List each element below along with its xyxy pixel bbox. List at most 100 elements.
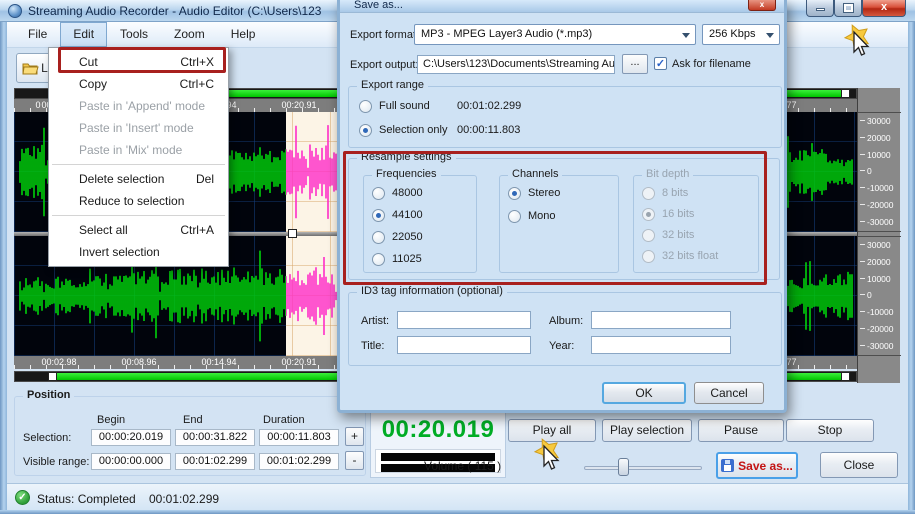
timeline-label: 00:20.91: [275, 100, 323, 110]
amplitude-scale-label: 10000: [867, 274, 891, 284]
menu-item-edit[interactable]: Edit: [60, 22, 107, 47]
artist-label: Artist:: [361, 315, 389, 327]
year-label: Year:: [549, 340, 574, 352]
selection-only-radio[interactable]: [359, 124, 372, 137]
amplitude-scale-label: 20000: [867, 133, 891, 143]
amplitude-scale-label: 10000: [867, 150, 891, 160]
stereo-radio[interactable]: [508, 187, 521, 200]
frequency-44100-radio[interactable]: [372, 209, 385, 222]
visible-range-row-label: Visible range:: [23, 456, 89, 468]
menu-item-tools[interactable]: Tools: [107, 22, 161, 47]
frequency-48000-radio[interactable]: [372, 187, 385, 200]
maximize-icon: [844, 4, 853, 12]
export-output-field[interactable]: C:\Users\123\Documents\Streaming Audio: [417, 55, 615, 74]
amplitude-scale-right-channel: 3000020000100000-10000-20000-30000: [858, 236, 901, 356]
album-field[interactable]: [591, 311, 731, 329]
zoom-bar-bottom-left-handle[interactable]: [48, 372, 57, 381]
artist-field[interactable]: [397, 311, 531, 329]
selection-duration-field[interactable]: 00:00:11.803: [259, 429, 339, 446]
edit-menu-item-cut[interactable]: CutCtrl+X: [49, 51, 228, 73]
full-sound-duration: 00:01:02.299: [457, 100, 521, 112]
selection-begin-field[interactable]: 00:00:20.019: [91, 429, 171, 446]
position-panel: Position Begin End Duration Selection: 0…: [14, 396, 366, 476]
cancel-button[interactable]: Cancel: [694, 382, 764, 404]
maximize-button[interactable]: [834, 0, 862, 17]
export-format-select[interactable]: MP3 - MPEG Layer3 Audio (*.mp3): [414, 24, 696, 45]
minimize-icon: [816, 8, 825, 11]
visible-range-end-field[interactable]: 00:01:02.299: [175, 453, 255, 470]
zoom-bar-top-right-handle[interactable]: [841, 89, 850, 98]
dialog-title-bar: Save as... x: [340, 0, 784, 13]
year-field[interactable]: [591, 336, 731, 354]
full-sound-label: Full sound: [379, 100, 430, 112]
bits-32-float-radio: [642, 250, 655, 263]
export-format-label: Export format:: [350, 29, 419, 41]
visible-range-begin-field[interactable]: 00:00:00.000: [91, 453, 171, 470]
export-output-label: Export output:: [350, 59, 419, 71]
close-editor-button[interactable]: Close: [820, 452, 898, 478]
channel-divider-handle[interactable]: [288, 229, 297, 238]
timeline-label: 00:02.98: [35, 357, 83, 367]
edit-menu-item-reduce-to-selection[interactable]: Reduce to selection: [49, 190, 228, 212]
zoom-out-button[interactable]: -: [345, 451, 364, 470]
frequency-11025-radio[interactable]: [372, 253, 385, 266]
visible-range-duration-field[interactable]: 00:01:02.299: [259, 453, 339, 470]
amplitude-scale-label: 0: [867, 290, 872, 300]
amplitude-scale-label: -10000: [867, 307, 893, 317]
menu-item-zoom[interactable]: Zoom: [161, 22, 218, 47]
bitrate-select[interactable]: 256 Kbps: [702, 24, 780, 45]
shortcut: Ctrl+X: [180, 51, 214, 73]
frequencies-group: Frequencies 48000 44100 22050 11025: [363, 175, 477, 273]
ok-button[interactable]: OK: [602, 382, 686, 404]
minimize-button[interactable]: [806, 0, 834, 17]
menu-item-help[interactable]: Help: [218, 22, 269, 47]
amplitude-scale-label: 20000: [867, 257, 891, 267]
edit-menu-item-paste-insert: Paste in 'Insert' mode: [49, 117, 228, 139]
selection-only-label: Selection only: [379, 124, 448, 136]
amplitude-scale-label: -20000: [867, 200, 893, 210]
audio-editor-window: Streaming Audio Recorder - Audio Editor …: [0, 0, 915, 514]
ask-for-filename-checkbox[interactable]: ✓: [654, 57, 667, 70]
export-range-group: Export range Full sound 00:01:02.299 Sel…: [348, 86, 782, 148]
edit-menu-item-copy[interactable]: CopyCtrl+C: [49, 73, 228, 95]
click-starburst-icon: [535, 439, 558, 463]
dropdown-arrow-icon: [766, 33, 774, 38]
selection-row-label: Selection:: [23, 432, 71, 444]
play-all-button[interactable]: Play all: [508, 419, 596, 442]
dropdown-arrow-icon: [682, 33, 690, 38]
dialog-close-button[interactable]: x: [748, 0, 776, 11]
bit-depth-group: Bit depth 8 bits 16 bits 32 bits 32 bits…: [633, 175, 759, 273]
mouse-cursor: [528, 436, 572, 480]
volume-slider-track[interactable]: [584, 466, 702, 470]
save-as-button[interactable]: Save as...: [716, 452, 798, 479]
ask-for-filename-label: Ask for filename: [672, 58, 751, 70]
amplitude-scale-label: -30000: [867, 217, 893, 227]
zoom-bar-bottom-right-handle[interactable]: [841, 372, 850, 381]
status-check-icon: ✓: [15, 490, 30, 505]
amplitude-scale-label: -10000: [867, 183, 893, 193]
edit-menu: CutCtrl+X CopyCtrl+C Paste in 'Append' m…: [48, 47, 229, 267]
edit-menu-item-select-all[interactable]: Select allCtrl+A: [49, 219, 228, 241]
full-sound-radio[interactable]: [359, 100, 372, 113]
zoom-in-button[interactable]: +: [345, 427, 364, 446]
bits-32-radio: [642, 229, 655, 242]
title-label: Title:: [361, 340, 384, 352]
timeline-label: 00:20.91: [275, 357, 323, 367]
title-field[interactable]: [397, 336, 531, 354]
window-frame-bottom: [0, 510, 915, 514]
close-button[interactable]: x: [862, 0, 906, 17]
bits-8-radio: [642, 187, 655, 200]
edit-menu-item-delete-selection[interactable]: Delete selectionDel: [49, 168, 228, 190]
frequency-22050-radio[interactable]: [372, 231, 385, 244]
edit-menu-item-invert-selection[interactable]: Invert selection: [49, 241, 228, 263]
stop-button[interactable]: Stop: [786, 419, 874, 442]
amplitude-scale-label: -20000: [867, 324, 893, 334]
selection-end-field[interactable]: 00:00:31.822: [175, 429, 255, 446]
edit-menu-item-paste-append: Paste in 'Append' mode: [49, 95, 228, 117]
menu-item-file[interactable]: File: [15, 22, 60, 47]
browse-button[interactable]: ...: [622, 54, 648, 74]
play-selection-button[interactable]: Play selection: [602, 419, 692, 442]
mono-radio[interactable]: [508, 210, 521, 223]
pause-button[interactable]: Pause: [698, 419, 784, 442]
volume-slider-thumb[interactable]: [618, 458, 629, 476]
